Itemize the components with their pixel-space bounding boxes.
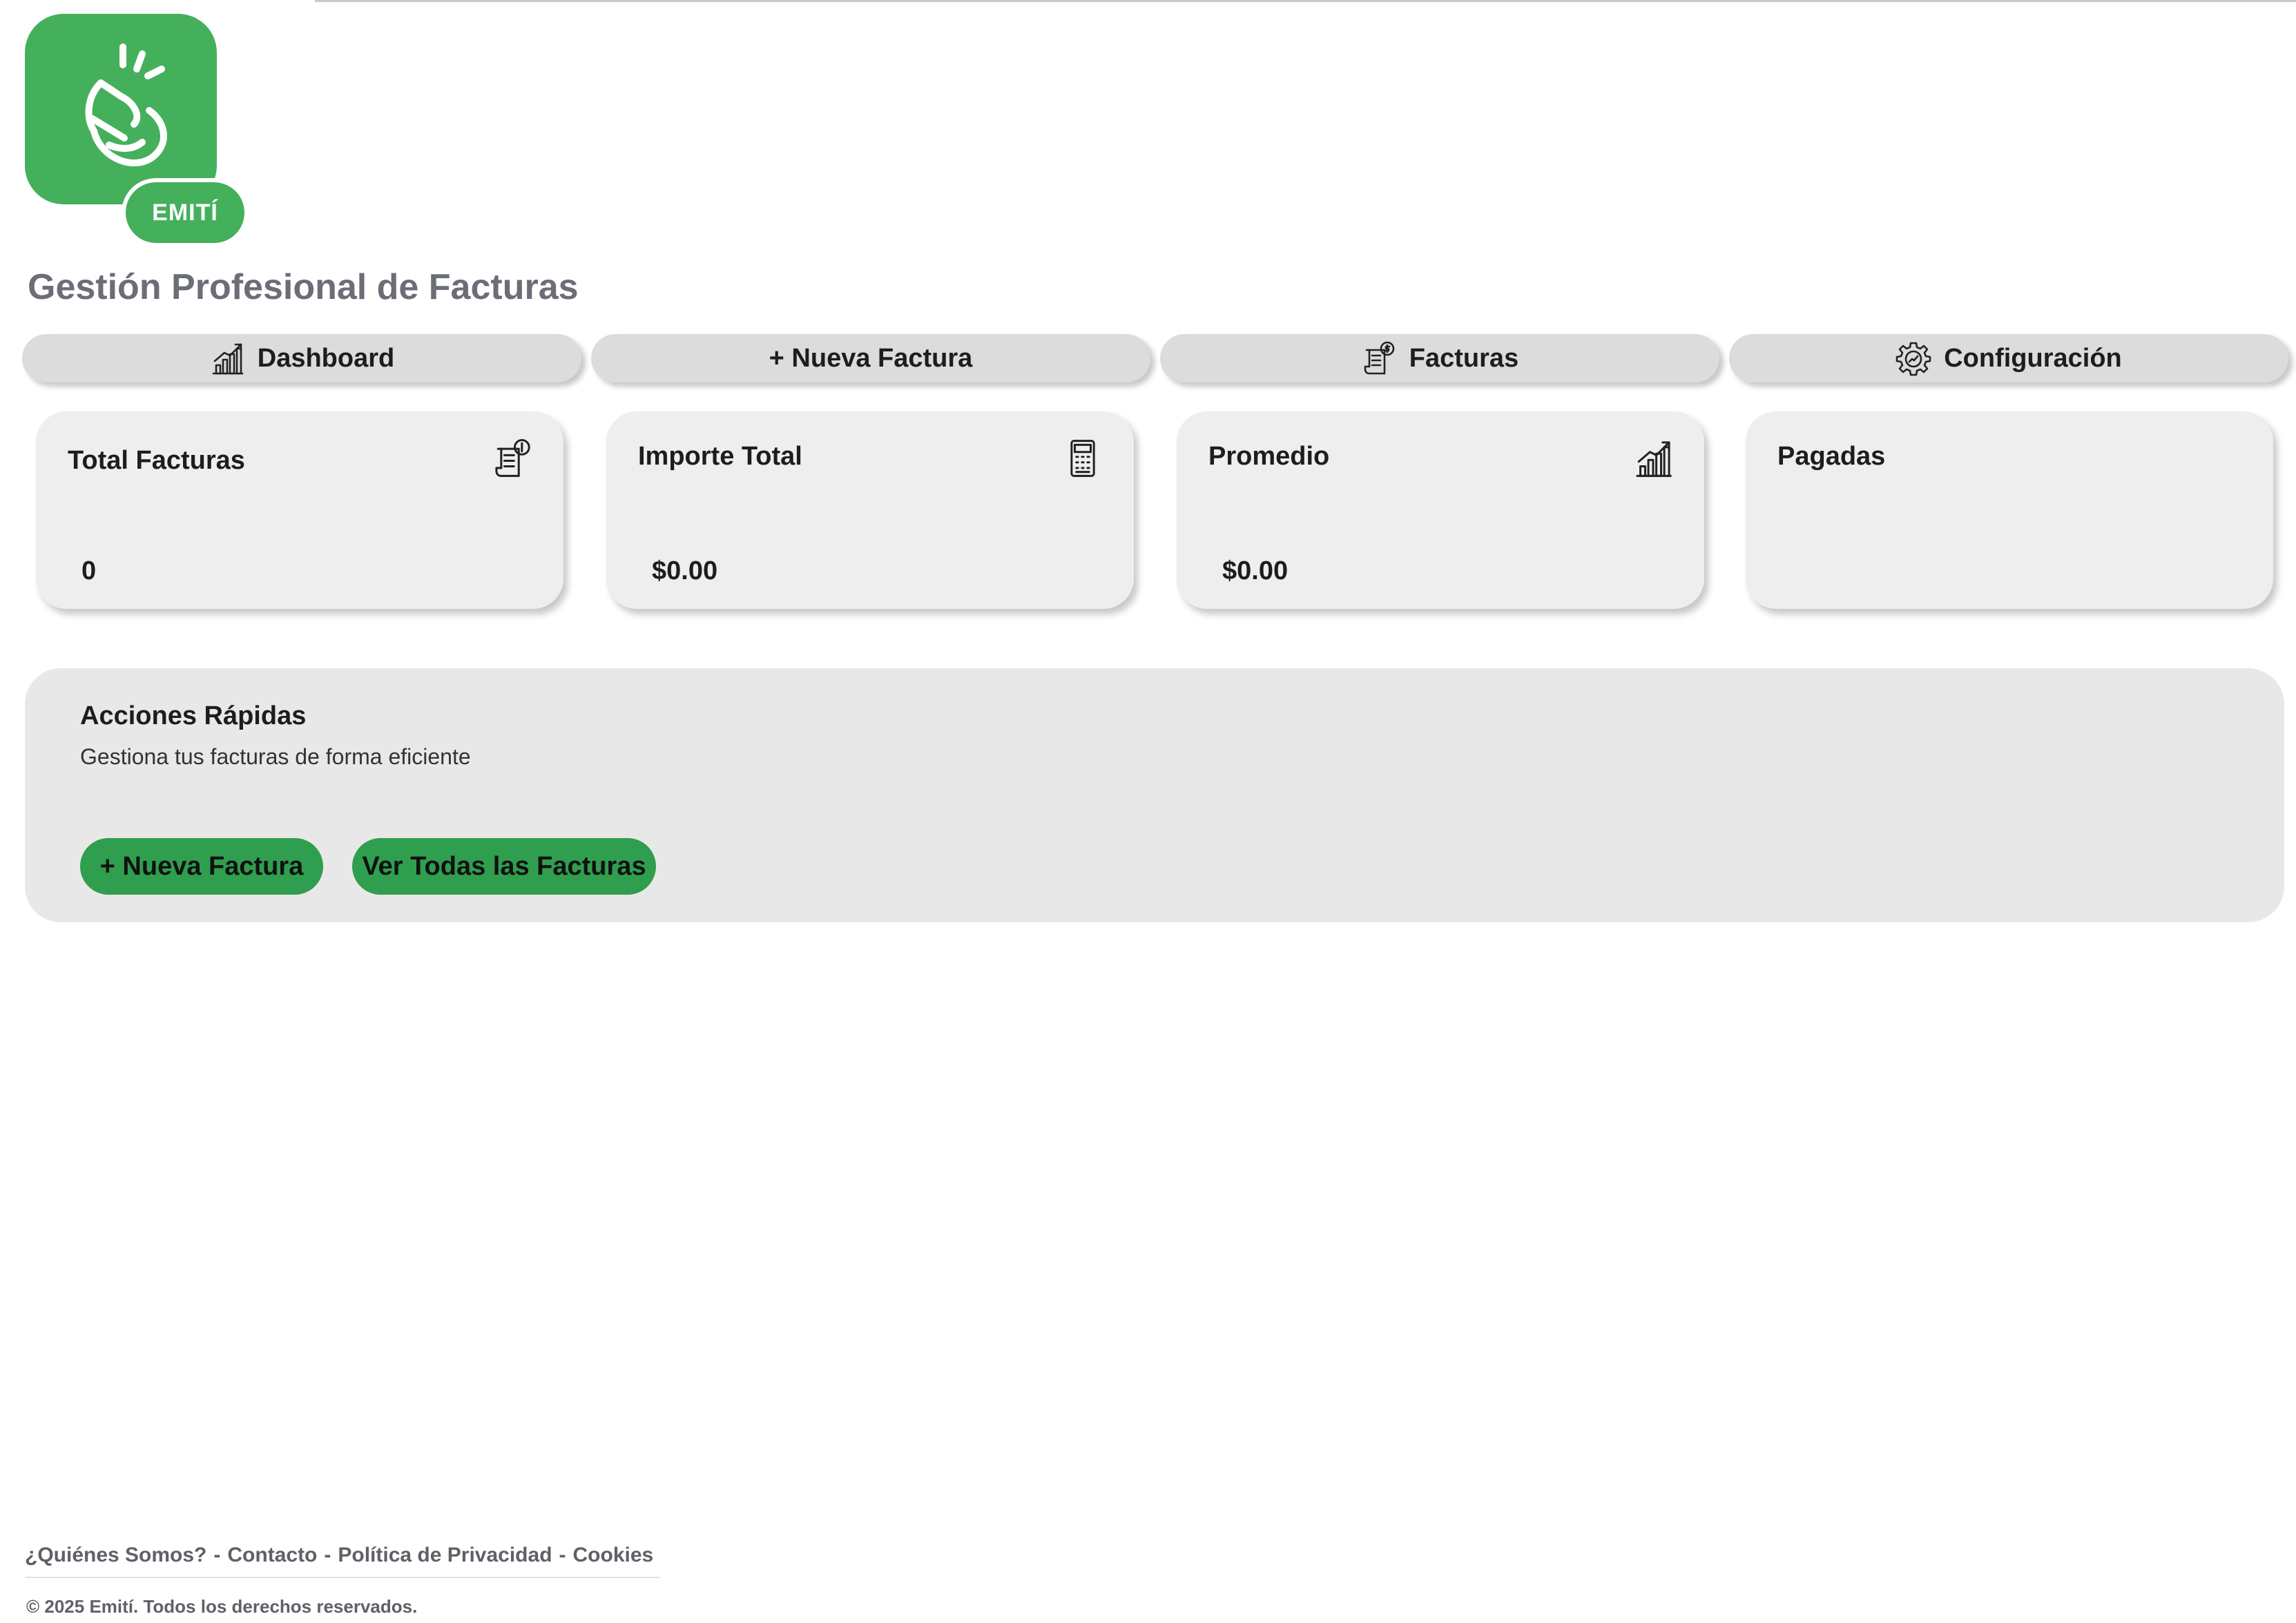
copyright-text: © 2025 Emití. Todos los derechos reserva…: [26, 1596, 418, 1617]
footer-link-privacy[interactable]: Política de Privacidad: [338, 1544, 552, 1566]
top-divider: [315, 0, 2296, 2]
footer-divider: [25, 1577, 660, 1578]
footer-link-cookies[interactable]: Cookies: [573, 1544, 654, 1566]
nav-settings-label: Configuración: [1944, 343, 2122, 373]
footer-links: ¿Quiénes Somos? - Contacto - Política de Pri…: [25, 1544, 653, 1567]
stat-card-value: $0.00: [1222, 556, 1289, 585]
stat-card-title: Promedio: [1208, 442, 1330, 471]
stat-card-total-amount: Importe Total $0.00: [606, 411, 1134, 609]
quick-actions-description: Gestiona tus facturas de forma eficiente: [80, 744, 471, 769]
stat-card-title: Pagadas: [1777, 442, 1886, 471]
nav-new-invoice-label: + Nueva Factura: [769, 343, 973, 373]
calculator-icon: [1070, 440, 1095, 477]
logo-wordmark: EMITÍ: [126, 182, 244, 243]
footer-link-about[interactable]: ¿Quiénes Somos?: [25, 1544, 206, 1566]
view-all-invoices-button[interactable]: Ver Todas las Facturas: [352, 838, 656, 895]
new-invoice-button[interactable]: + Nueva Factura: [80, 838, 323, 895]
gear-icon: [1895, 342, 1931, 376]
footer-link-contact[interactable]: Contacto: [227, 1544, 317, 1566]
chart-growth-icon: [1636, 441, 1672, 477]
footer-separator: -: [559, 1544, 566, 1566]
logo-tile: [25, 14, 217, 204]
quick-actions-title: Acciones Rápidas: [80, 701, 307, 730]
invoice-icon: [1364, 341, 1395, 375]
stat-card-value: 0: [81, 556, 97, 585]
stat-card-title: Total Facturas: [68, 446, 245, 475]
stat-card-total-invoices: Total Facturas 0: [36, 411, 563, 609]
nav-settings-button[interactable]: Configuración: [1729, 334, 2288, 382]
nav-dashboard-button[interactable]: Dashboard: [22, 334, 581, 382]
snapping-hand-icon: [85, 43, 168, 166]
stat-card-value: $0.00: [652, 556, 718, 585]
nav-invoices-button[interactable]: Facturas: [1160, 334, 1719, 382]
footer-separator: -: [213, 1544, 221, 1566]
app-logo[interactable]: EMITÍ: [25, 14, 246, 249]
stat-card-title: Importe Total: [638, 442, 802, 471]
stat-card-paid: Pagadas: [1746, 411, 2273, 609]
stat-card-average: Promedio $0.00: [1177, 411, 1704, 609]
chart-bar-icon: [212, 343, 244, 375]
nav-dashboard-label: Dashboard: [257, 343, 395, 373]
main-nav: Dashboard + Nueva Factura Facturas Confi…: [22, 334, 2288, 385]
nav-new-invoice-button[interactable]: + Nueva Factura: [591, 334, 1150, 382]
nav-invoices-label: Facturas: [1409, 343, 1519, 373]
invoice-icon: [495, 438, 530, 477]
app-subtitle: Gestión Profesional de Facturas: [28, 267, 579, 307]
footer-separator: -: [324, 1544, 331, 1566]
quick-actions-panel: Acciones Rápidas Gestiona tus facturas d…: [25, 668, 2284, 922]
